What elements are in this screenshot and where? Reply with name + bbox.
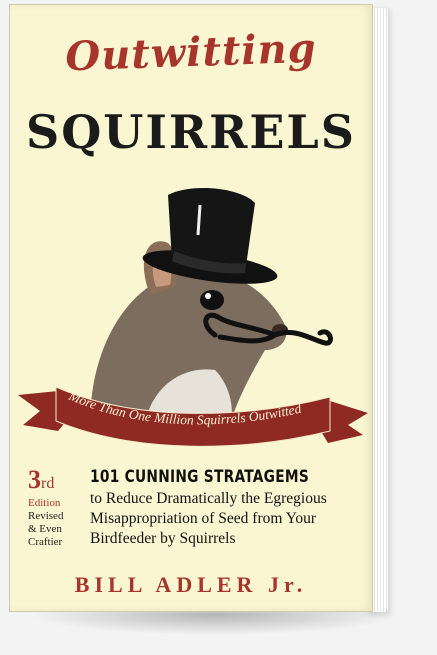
edition-line-2: & Even <box>28 523 62 535</box>
title-line-2: SQUIRRELS <box>25 105 356 159</box>
edition-word: Edition <box>28 497 61 509</box>
subtitle-heading: 101 CUNNING STRATAGEMS <box>90 467 310 487</box>
edition-number-digit: 3 <box>28 465 41 494</box>
subtitle-line: Birdfeeder by Squirrels <box>90 530 236 547</box>
edition-suffix: rd <box>41 475 55 492</box>
edition-number: 3rd <box>28 467 88 497</box>
subtitle-line: to Reduce Dramatically the Egregious <box>90 490 327 507</box>
edition-block: 3rd Edition Revised & Even Craftier <box>28 467 88 549</box>
subtitle-text: to Reduce Dramatically the Egregious Mis… <box>90 489 370 549</box>
subtitle-block: 101 CUNNING STRATAGEMS to Reduce Dramati… <box>90 467 370 549</box>
title-line-1: Outwitting <box>64 24 318 81</box>
squirrel-eye <box>200 290 224 310</box>
ribbon-banner: More Than One Million Squirrels Outwitte… <box>18 386 368 447</box>
book-cover: Outwitting SQUIRRELS More Than One Milli… <box>9 4 373 612</box>
author-name: BILL ADLER Jr. <box>74 572 308 597</box>
edition-line-1: Revised <box>28 510 64 522</box>
subtitle-line: Misappropriation of Seed from Your <box>90 510 317 527</box>
edition-line-3: Craftier <box>28 536 63 548</box>
